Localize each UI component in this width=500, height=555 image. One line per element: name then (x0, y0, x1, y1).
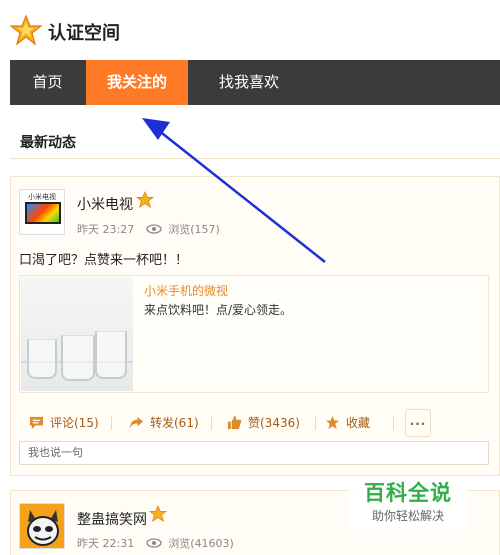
quoted-post[interactable]: 小米手机的微视 来点饮料吧！点/爱心领走。 (19, 275, 489, 393)
comment-icon (29, 416, 44, 430)
comment-button[interactable]: 评论(15) (29, 409, 99, 437)
watermark: 百科全说 助你轻松解决 (348, 478, 468, 530)
glass-shape (61, 335, 95, 381)
quoted-author[interactable]: 小米手机的微视 (144, 282, 228, 299)
repost-icon (129, 416, 144, 429)
post-meta: 昨天 22:31 浏览(41603) (77, 535, 234, 551)
avatar-caption: 小米电视 (28, 193, 56, 201)
author-name[interactable]: 小米电视 (77, 194, 133, 214)
view-count: 浏览(157) (168, 223, 220, 236)
glass-shape (27, 339, 57, 379)
header: 认证空间 (0, 0, 500, 60)
feed-card: 小米电视 小米电视 昨天 23:27 浏览(157) 口渴了吧？点赞来一杯吧！！… (10, 176, 500, 476)
section-divider (10, 158, 500, 159)
post-meta: 昨天 23:27 浏览(157) (77, 221, 220, 237)
eye-icon (146, 538, 162, 548)
repost-button[interactable]: 转发(61) (129, 409, 199, 437)
verified-star-icon (149, 505, 167, 523)
tab-discover[interactable]: 找我喜欢 (190, 60, 308, 105)
watermark-subtitle: 助你轻松解决 (371, 509, 444, 523)
cartoon-avatar-image (20, 504, 64, 548)
avatar[interactable]: 小米电视 (19, 189, 65, 235)
watermark-title: 百科全说 (364, 481, 452, 505)
divider (315, 416, 316, 430)
page-title: 认证空间 (48, 23, 120, 44)
like-label: 赞(3436) (248, 416, 300, 430)
post-text: 口渴了吧？点赞来一杯吧！！ (19, 253, 189, 268)
main-nav: 首页 我关注的 找我喜欢 (10, 60, 500, 105)
section-title: 最新动态 (20, 135, 76, 151)
repost-label: 转发(61) (150, 416, 199, 430)
reply-input[interactable]: 我也说一句 (19, 441, 489, 465)
more-button[interactable]: ··· (405, 409, 431, 437)
tv-image (25, 202, 61, 224)
thumbs-up-icon (227, 415, 242, 430)
verified-star-icon (136, 191, 154, 209)
divider (211, 416, 212, 430)
comment-label: 评论(15) (50, 416, 99, 430)
favorite-label: 收藏 (346, 416, 371, 430)
star-logo-icon (10, 14, 42, 46)
tab-home[interactable]: 首页 (10, 60, 85, 105)
avatar[interactable] (19, 503, 65, 549)
divider (393, 416, 394, 430)
author-name[interactable]: 整蛊搞笑网 (77, 509, 147, 529)
like-button[interactable]: 赞(3436) (227, 409, 300, 437)
divider (111, 416, 112, 430)
arrow-head (142, 118, 170, 140)
glass-shape (95, 331, 127, 379)
action-bar: 评论(15) 转发(61) 赞(3436) 收藏 ··· (19, 409, 489, 437)
eye-icon (146, 224, 162, 234)
favorite-button[interactable]: 收藏 (325, 409, 370, 437)
star-icon (325, 415, 340, 430)
post-time: 昨天 23:27 (77, 223, 135, 236)
post-time: 昨天 22:31 (77, 537, 135, 550)
tab-following[interactable]: 我关注的 (86, 60, 188, 105)
quoted-image[interactable] (21, 277, 133, 391)
quoted-text: 来点饮料吧！点/爱心领走。 (144, 303, 293, 317)
view-count: 浏览(41603) (168, 537, 234, 550)
